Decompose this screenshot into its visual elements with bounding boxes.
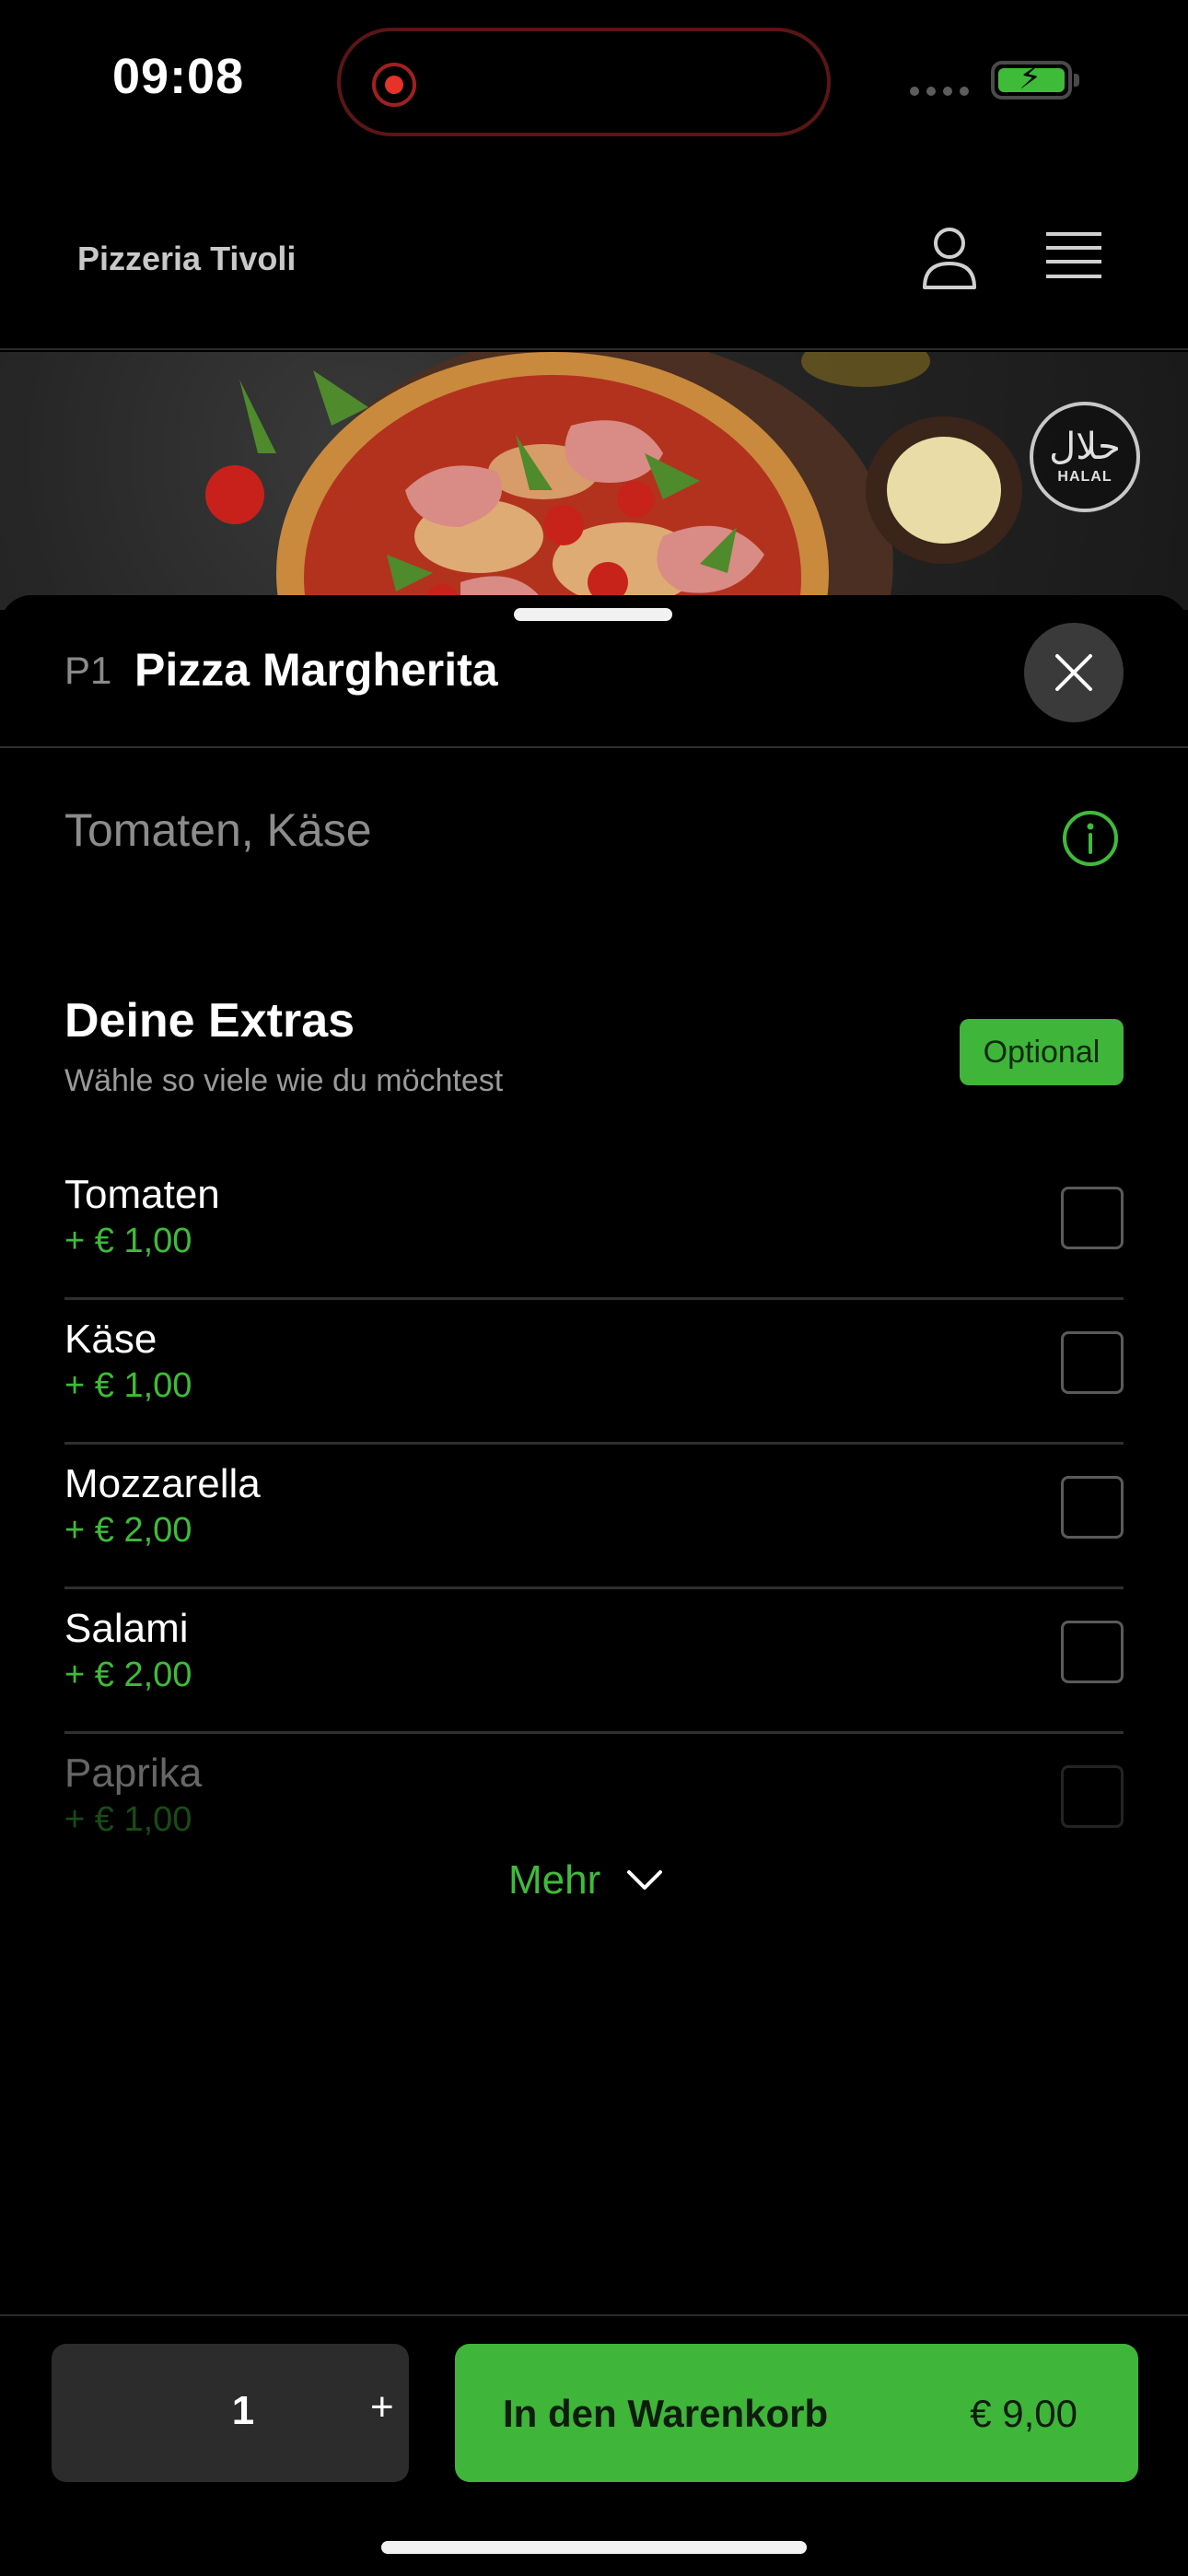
cart-total-price: € 9,00	[970, 2392, 1077, 2435]
product-detail-sheet: P1 Pizza Margherita Tomaten, Käse Deine …	[0, 595, 1188, 2576]
extra-name: Käse	[64, 1317, 157, 1362]
add-to-cart-button[interactable]: In den Warenkorb € 9,00	[455, 2344, 1138, 2482]
close-icon	[1055, 654, 1092, 691]
status-bar: 09:08	[0, 0, 1188, 166]
extra-price: + € 2,00	[64, 1511, 192, 1550]
extra-name: Tomaten	[64, 1172, 220, 1217]
info-icon[interactable]	[1061, 809, 1120, 868]
add-to-cart-label: In den Warenkorb	[503, 2392, 829, 2435]
more-button[interactable]: Mehr	[508, 1857, 663, 1903]
extra-checkbox[interactable]	[1061, 1621, 1124, 1683]
quantity-plus-button[interactable]: +	[370, 2384, 394, 2430]
dynamic-island	[337, 28, 831, 136]
more-label: Mehr	[508, 1857, 601, 1903]
chevron-down-icon	[627, 1870, 663, 1890]
extra-name: Paprika	[64, 1751, 203, 1796]
status-time: 09:08	[112, 49, 245, 104]
extra-name: Mozzarella	[64, 1461, 261, 1506]
quantity-value: 1	[231, 2388, 255, 2433]
extra-item-tomaten[interactable]: Tomaten + € 1,00	[64, 1155, 1124, 1300]
bottom-action-bar: 1 + In den Warenkorb € 9,00	[0, 2314, 1188, 2576]
extras-title: Deine Extras	[64, 994, 355, 1048]
extras-list: Tomaten + € 1,00 Käse + € 1,00 Mozzarell…	[64, 1155, 1124, 1879]
menu-icon[interactable]	[1044, 230, 1103, 282]
extra-checkbox[interactable]	[1061, 1331, 1124, 1394]
close-button[interactable]	[1024, 623, 1124, 722]
halal-badge: حلال HALAL	[1030, 402, 1140, 512]
product-name: Pizza Margherita	[134, 644, 498, 696]
extra-item-salami[interactable]: Salami + € 2,00	[64, 1589, 1124, 1734]
halal-arabic-text: حلال	[1049, 426, 1121, 468]
quantity-stepper: 1 +	[52, 2344, 409, 2482]
divider	[0, 746, 1188, 748]
recording-icon	[372, 63, 416, 107]
signal-icon	[910, 87, 969, 96]
restaurant-name[interactable]: Pizzeria Tivoli	[77, 240, 296, 278]
extra-item-mozzarella[interactable]: Mozzarella + € 2,00	[64, 1445, 1124, 1589]
extras-subtitle: Wähle so viele wie du möchtest	[64, 1063, 504, 1098]
extra-item-kaese[interactable]: Käse + € 1,00	[64, 1300, 1124, 1445]
battery-charging-icon	[991, 59, 1079, 100]
home-indicator[interactable]	[381, 2541, 807, 2554]
halal-label: HALAL	[1057, 469, 1112, 485]
product-description: Tomaten, Käse	[64, 804, 372, 856]
user-icon[interactable]	[921, 225, 978, 291]
product-code: P1	[64, 649, 112, 692]
app-header: Pizzeria Tivoli	[0, 166, 1188, 350]
extra-checkbox[interactable]	[1061, 1187, 1124, 1249]
optional-badge: Optional	[960, 1019, 1124, 1085]
extra-checkbox[interactable]	[1061, 1765, 1124, 1828]
product-hero-image: حلال HALAL	[0, 352, 1188, 610]
extra-price: + € 1,00	[64, 1222, 192, 1260]
extra-checkbox[interactable]	[1061, 1476, 1124, 1539]
extra-price: + € 1,00	[64, 1800, 192, 1839]
pizza-image	[205, 352, 1022, 610]
extra-name: Salami	[64, 1606, 189, 1651]
extra-price: + € 1,00	[64, 1366, 192, 1405]
extra-price: + € 2,00	[64, 1656, 192, 1694]
sheet-grabber[interactable]	[514, 608, 672, 621]
